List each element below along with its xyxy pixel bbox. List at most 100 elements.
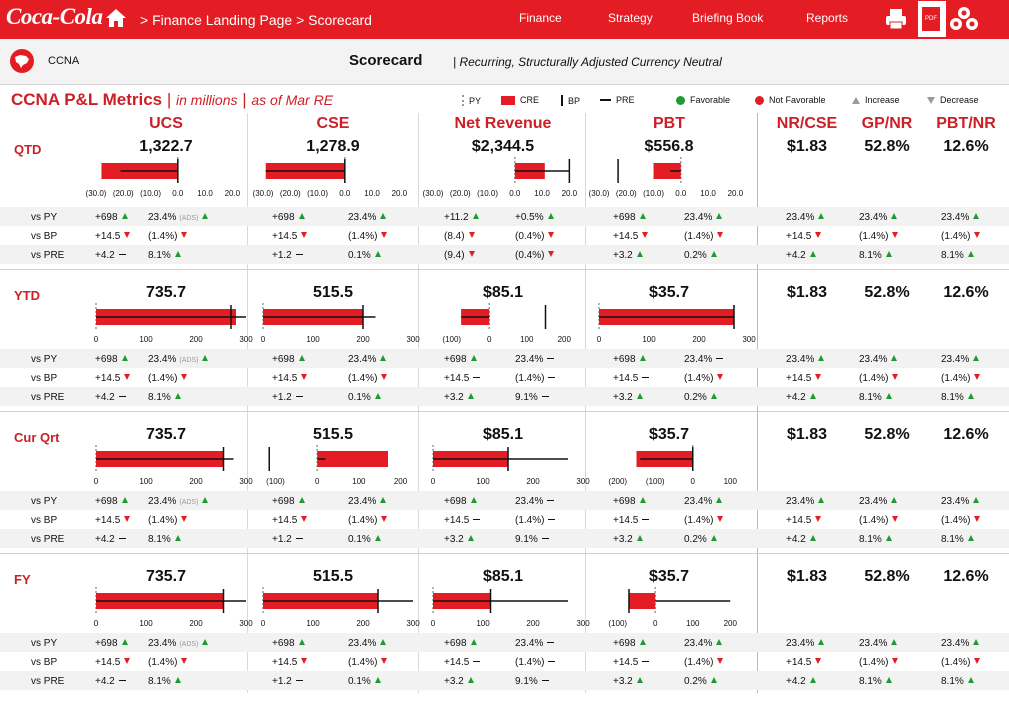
ratio-change-cell-value: 23.4%: [941, 496, 970, 507]
increase-arrow-icon: [121, 497, 128, 503]
increase-arrow-icon: [467, 677, 474, 683]
binoculars-icon[interactable]: [948, 6, 980, 32]
pct-change-cell-value: 23.4%: [348, 638, 377, 649]
comparison-row: vs BP +14.5 (1.4%) +14.5 (1.4%) +14.5 (1.4%) +1…: [0, 652, 1009, 671]
decrease-arrow-icon: [381, 374, 388, 380]
ratio-value-pbtnr: 12.6%: [943, 568, 989, 585]
legend-favorable-label: Favorable: [690, 95, 731, 105]
comparison-row: vs PY +698 23.4% (ADS) +698 23.4% +11.2 +0.5% +6…: [0, 207, 1009, 226]
pct-change-cell-value: (1.4%): [348, 231, 378, 242]
increase-arrow-icon: [967, 251, 974, 257]
decrease-arrow-icon: [815, 374, 822, 380]
pct-change-cell: 0.1%: [348, 250, 381, 261]
abs-change-cell-value: +698: [95, 496, 118, 507]
breadcrumb[interactable]: > Finance Landing Page > Scorecard: [140, 12, 372, 28]
decrease-arrow-icon: [381, 516, 388, 522]
increase-arrow-icon: [818, 213, 825, 219]
axis-tick-label: 0.0: [675, 189, 687, 198]
abs-change-cell: +698: [272, 638, 305, 649]
increase-arrow-icon: [174, 677, 181, 683]
ratio-change-cell-value: +14.5: [786, 515, 812, 526]
home-icon[interactable]: [104, 7, 128, 29]
abs-change-cell-value: +14.5: [272, 515, 298, 526]
increase-arrow-icon: [885, 251, 892, 257]
abs-change-cell-value: +698: [613, 212, 636, 223]
ratio-change-cell: 23.4%: [859, 496, 898, 507]
pct-change-cell-value: 0.2%: [684, 250, 707, 261]
ratio-change-cell-value: 23.4%: [786, 212, 815, 223]
ratio-change-cell: +4.2: [786, 676, 816, 687]
pct-change-cell-value: (1.4%): [684, 231, 714, 242]
axis-tick-label: 10.0: [197, 189, 213, 198]
ratio-change-cell: 8.1%: [941, 534, 974, 545]
bullet-chart: (100) 0 100 200: [608, 587, 737, 628]
no-change-dash-icon: [548, 660, 556, 662]
pct-change-cell-value: 0.2%: [684, 534, 707, 545]
ratio-change-cell: 8.1%: [859, 250, 892, 261]
comparison-row: vs PY +698 23.4% (ADS) +698 23.4% +698 23.4% +69…: [0, 349, 1009, 368]
ratio-change-cell: 23.4%: [941, 212, 980, 223]
axis-tick-label: 100: [139, 335, 153, 344]
metrics-title: CCNA P&L Metrics | in millions | as of M…: [11, 90, 333, 110]
ratio-value-pbtnr: 12.6%: [943, 138, 989, 155]
pct-change-cell: (1.4%): [515, 657, 556, 668]
ratio-change-cell-value: 23.4%: [859, 212, 888, 223]
abs-change-cell-value: (9.4): [444, 250, 465, 261]
column-header-net-revenue: Net Revenue: [454, 115, 552, 132]
axis-tick-label: 200: [558, 335, 572, 344]
bullet-chart: 0 100 200 300: [431, 587, 590, 628]
ratio-change-cell: 23.4%: [941, 496, 980, 507]
nav-strategy[interactable]: Strategy: [608, 11, 653, 25]
axis-tick-label: 10.0: [700, 189, 716, 198]
ratio-change-cell: 8.1%: [859, 534, 892, 545]
ratio-change-cell: 8.1%: [859, 676, 892, 687]
printer-icon[interactable]: [883, 7, 909, 31]
pct-change-cell-value: (1.4%): [148, 515, 178, 526]
legend-cre-label: CRE: [520, 95, 540, 105]
increase-arrow-icon: [639, 355, 646, 361]
decrease-arrow-icon: [548, 251, 555, 257]
axis-tick-label: 100: [306, 335, 320, 344]
increase-arrow-icon: [121, 213, 128, 219]
abs-change-cell-value: +4.2: [95, 392, 115, 403]
top-bar: Coca-Cola > Finance Landing Page > Score…: [0, 0, 1009, 39]
pct-change-cell-value: 0.1%: [348, 392, 371, 403]
pct-change-cell-value: (1.4%): [348, 515, 378, 526]
coca-cola-logo[interactable]: Coca-Cola: [6, 4, 103, 30]
decrease-arrow-icon: [815, 232, 822, 238]
abs-change-cell: +4.2: [95, 250, 126, 261]
decrease-arrow-icon: [124, 232, 131, 238]
increase-arrow-icon: [380, 639, 387, 645]
pct-change-cell-value: 23.4%: [348, 354, 377, 365]
pct-change-cell-value: 8.1%: [148, 534, 171, 545]
pct-change-cell: 0.2%: [684, 250, 717, 261]
axis-tick-label: 100: [476, 619, 490, 628]
pct-change-cell-value: (1.4%): [684, 657, 714, 668]
abs-change-cell-value: +698: [444, 354, 467, 365]
decrease-triangle-icon: [927, 96, 935, 104]
abs-change-cell: +4.2: [95, 534, 126, 545]
axis-tick-label: 0: [94, 619, 99, 628]
abs-change-cell: +14.5: [95, 373, 131, 384]
pct-change-cell-value: 23.4%: [684, 354, 713, 365]
legend-not-favorable-label: Not Favorable: [769, 95, 826, 105]
abs-change-cell-value: +4.2: [95, 534, 115, 545]
ratio-change-cell: (1.4%): [859, 373, 899, 384]
ratio-value-gpnr: 52.8%: [864, 568, 910, 585]
ratio-change-cell-value: 23.4%: [859, 354, 888, 365]
pct-change-cell-value: (1.4%): [515, 515, 545, 526]
nav-finance[interactable]: Finance: [519, 11, 562, 25]
nav-reports[interactable]: Reports: [806, 11, 848, 25]
increase-arrow-icon: [472, 213, 479, 219]
pre-marker-icon: [600, 99, 611, 101]
ratio-change-cell-value: +4.2: [786, 250, 806, 261]
page-subtitle: | Recurring, Structurally Adjusted Curre…: [453, 55, 722, 69]
nav-briefing-book[interactable]: Briefing Book: [692, 11, 763, 25]
axis-tick-label: 0: [94, 477, 99, 486]
pdf-export-icon[interactable]: PDF: [918, 1, 946, 37]
cre-bar: [629, 593, 656, 609]
region-map-icon[interactable]: [10, 49, 34, 73]
pct-change-cell: (1.4%): [348, 657, 388, 668]
axis-tick-label: (100): [646, 477, 665, 486]
abs-change-cell-value: +14.5: [613, 657, 639, 668]
